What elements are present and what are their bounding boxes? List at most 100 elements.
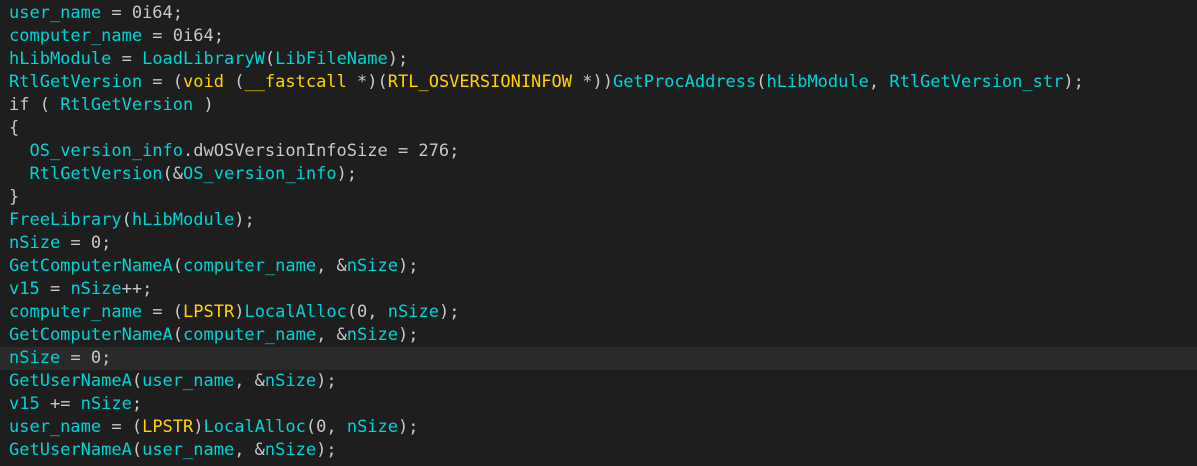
code-token-identifier: LoadLibraryW [142, 49, 265, 69]
code-token-plain: ( [131, 371, 143, 391]
code-line[interactable]: GetUserNameA(user_name, &nSize); [0, 439, 1197, 462]
code-token-plain: ); [316, 440, 337, 460]
code-token-plain: ); [438, 302, 460, 322]
code-token-plain: ( [121, 210, 132, 230]
code-token-identifier: GetComputerNameA [9, 325, 173, 345]
code-token-identifier: user_name [9, 417, 102, 437]
code-token-identifier: OS_version_info [29, 141, 184, 161]
code-token-identifier: RtlGetVersion_str [889, 72, 1064, 92]
code-token-identifier: GetComputerNameA [9, 256, 173, 276]
code-line[interactable]: v15 += nSize; [0, 393, 1197, 416]
code-token-identifier: LocalAlloc [203, 417, 306, 437]
code-token-plain: *)( [346, 72, 388, 92]
code-line[interactable]: } [0, 186, 1197, 209]
code-line[interactable]: GetUserNameA(user_name, &nSize); [0, 370, 1197, 393]
code-token-plain: ( [223, 72, 245, 92]
code-line[interactable]: nSize = 0; [0, 347, 1197, 370]
code-line[interactable]: OS_version_info.dwOSVersionInfoSize = 27… [0, 140, 1197, 163]
code-token-plain: (0, [305, 417, 347, 437]
code-line[interactable]: GetComputerNameA(computer_name, &nSize); [0, 255, 1197, 278]
code-token-identifier: OS_version_info [183, 164, 337, 184]
code-token-identifier: nSize [346, 256, 398, 276]
code-lines: user_name = 0i64; computer_name = 0i64; hL… [0, 2, 1197, 462]
code-token-plain: if ( [9, 95, 61, 115]
code-token-identifier: GetUserNameA [9, 371, 132, 391]
code-token-identifier: v15 [9, 279, 40, 299]
code-token-identifier: nSize [264, 371, 317, 391]
code-token-identifier: hLibModule [9, 49, 112, 69]
code-token-identifier: nSize [9, 233, 61, 253]
code-token-plain: = ( [142, 302, 184, 322]
code-token-identifier: user_name [142, 371, 235, 391]
code-line[interactable]: { [0, 117, 1197, 140]
code-token-plain: ) [193, 417, 204, 437]
code-token-plain: ( [172, 325, 184, 345]
code-token-identifier: LocalAlloc [244, 302, 347, 322]
code-line[interactable]: user_name = (LPSTR)LocalAlloc(0, nSize); [0, 416, 1197, 439]
code-token-identifier: user_name [142, 440, 235, 460]
code-token-plain: , & [316, 325, 347, 345]
code-token-plain: *)) [572, 72, 613, 92]
code-line[interactable]: GetComputerNameA(computer_name, &nSize); [0, 324, 1197, 347]
code-token-identifier: user_name [9, 3, 102, 23]
code-token-identifier: nSize [346, 325, 398, 345]
code-token-plain: , [868, 72, 890, 92]
code-token-plain: ); [316, 371, 337, 391]
code-token-identifier: FreeLibrary [9, 210, 122, 230]
code-token-plain: = 0i64; [142, 26, 224, 46]
code-token-plain: = [39, 279, 71, 299]
code-token-identifier: LibFileName [275, 49, 388, 69]
code-token-plain: } [9, 187, 20, 207]
code-token-identifier: computer_name [183, 325, 317, 345]
code-token-plain: (0, [346, 302, 388, 322]
code-token-plain: ( [264, 49, 276, 69]
code-token-plain: { [9, 118, 20, 138]
code-token-plain: = 0i64; [101, 3, 184, 23]
code-line[interactable]: user_name = 0i64; [0, 2, 1197, 25]
code-token-plain: (& [162, 164, 184, 184]
code-token-plain: ); [234, 210, 255, 230]
code-token-plain: , & [316, 256, 347, 276]
code-line[interactable]: computer_name = 0i64; [0, 25, 1197, 48]
code-token-keyword: LPSTR [142, 417, 194, 437]
code-token-identifier: GetProcAddress [612, 72, 757, 92]
code-token-plain: = [111, 49, 143, 69]
code-token-identifier: hLibModule [131, 210, 235, 230]
code-line[interactable]: nSize = 0; [0, 232, 1197, 255]
code-token-identifier: nSize [80, 394, 132, 414]
code-token-identifier: hLibModule [766, 72, 869, 92]
code-line[interactable]: FreeLibrary(hLibModule); [0, 209, 1197, 232]
code-token-plain: ) [193, 95, 214, 115]
code-token-identifier: computer_name [9, 302, 143, 322]
code-token-keyword: void [183, 72, 224, 92]
code-token-plain: ); [397, 325, 419, 345]
code-token-plain: ( [756, 72, 767, 92]
code-token-plain: ); [1063, 72, 1084, 92]
code-token-keyword: __fastcall [244, 72, 347, 92]
code-token-plain: ++; [121, 279, 153, 299]
code-token-identifier: nSize [70, 279, 122, 299]
code-line[interactable]: hLibModule = LoadLibraryW(LibFileName); [0, 48, 1197, 71]
code-token-identifier: nSize [387, 302, 439, 322]
code-line[interactable]: RtlGetVersion = (void (__fastcall *)(RTL… [0, 71, 1197, 94]
code-token-identifier: RtlGetVersion [60, 95, 194, 115]
code-line[interactable]: v15 = nSize++; [0, 278, 1197, 301]
code-token-keyword: RTL_OSVERSIONINFOW [387, 72, 572, 92]
code-editor[interactable]: user_name = 0i64; computer_name = 0i64; hL… [0, 0, 1197, 466]
code-line[interactable]: computer_name = (LPSTR)LocalAlloc(0, nSi… [0, 301, 1197, 324]
code-token-plain: ) [234, 302, 245, 322]
code-token-plain: = 0; [60, 233, 112, 253]
code-token-identifier: GetUserNameA [9, 440, 132, 460]
code-token-identifier: RtlGetVersion [9, 72, 143, 92]
code-line[interactable]: if ( RtlGetVersion ) [0, 94, 1197, 117]
code-token-keyword: LPSTR [183, 302, 235, 322]
code-token-plain: ); [387, 49, 409, 69]
code-token-plain: ); [398, 417, 419, 437]
code-token-plain: += [39, 394, 81, 414]
code-token-plain: = ( [142, 72, 184, 92]
code-token-identifier: nSize [346, 417, 399, 437]
code-token-plain: = ( [101, 417, 143, 437]
code-line[interactable]: RtlGetVersion(&OS_version_info); [0, 163, 1197, 186]
code-token-plain: ( [131, 440, 143, 460]
